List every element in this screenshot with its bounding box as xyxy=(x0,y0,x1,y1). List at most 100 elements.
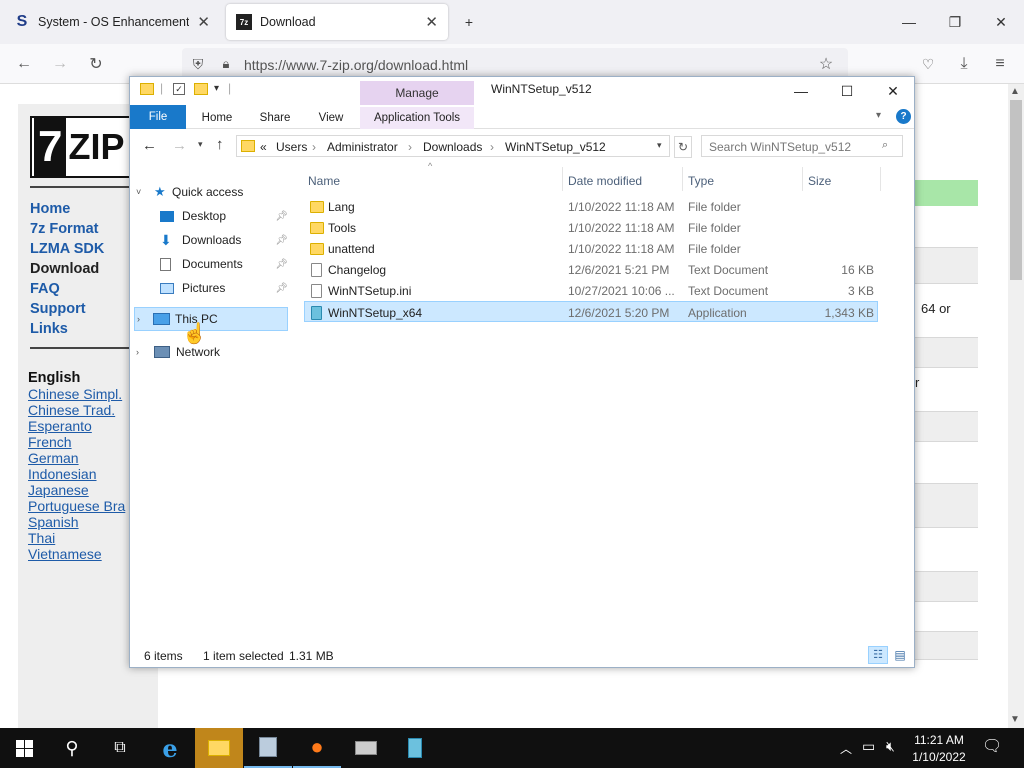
nav-lzma-sdk[interactable]: LZMA SDK xyxy=(30,241,104,257)
column-name[interactable]: Name xyxy=(308,169,558,193)
lang-link[interactable]: Vietnamese xyxy=(28,546,102,562)
nav-home[interactable]: Home xyxy=(30,201,70,217)
expand-chevron-icon[interactable]: › xyxy=(135,314,153,324)
file-row[interactable]: Lang 1/10/2022 11:18 AM File folder xyxy=(304,196,878,217)
tab-close-icon[interactable]: ✕ xyxy=(197,13,210,31)
explorer-forward-icon[interactable]: → xyxy=(172,137,187,154)
application-taskbar-icon[interactable] xyxy=(391,728,439,768)
explorer-close-button[interactable]: ✕ xyxy=(870,79,914,103)
column-date-modified[interactable]: Date modified xyxy=(568,169,678,193)
nav-this-pc[interactable]: › This PC xyxy=(134,307,288,331)
nav-pictures[interactable]: Pictures 📌︎ xyxy=(160,276,288,300)
tab-view[interactable]: View xyxy=(306,107,356,129)
nav-faq[interactable]: FAQ xyxy=(30,281,60,297)
network-status-icon[interactable]: ▭ xyxy=(862,738,875,755)
breadcrumb-current[interactable]: WinNTSetup_v512 xyxy=(505,140,606,154)
new-folder-icon[interactable] xyxy=(194,83,208,95)
explorer-minimize-button[interactable]: — xyxy=(778,79,824,103)
lang-link[interactable]: Portuguese Bra xyxy=(28,498,125,514)
column-size[interactable]: Size xyxy=(808,169,878,193)
pocket-icon[interactable]: ♡ xyxy=(918,54,938,74)
search-icon[interactable]: ⌕ xyxy=(882,139,888,152)
clock-time[interactable]: 11:21 AM xyxy=(912,733,966,747)
column-divider[interactable] xyxy=(682,167,683,191)
forward-icon[interactable]: → xyxy=(50,54,70,74)
nav-support[interactable]: Support xyxy=(30,301,86,317)
file-row[interactable]: unattend 1/10/2022 11:18 AM File folder xyxy=(304,238,878,259)
scroll-up-icon[interactable]: ▲ xyxy=(1010,86,1020,97)
refresh-icon[interactable]: ↻ xyxy=(674,136,692,158)
tab-manage[interactable]: Manage xyxy=(360,81,474,105)
address-dropdown-icon[interactable]: ▾ xyxy=(657,140,662,151)
explorer-maximize-button[interactable]: ☐ xyxy=(824,79,870,103)
breadcrumb-users[interactable]: Users xyxy=(276,140,307,154)
recent-locations-icon[interactable]: ▾ xyxy=(198,139,203,150)
restore-button[interactable]: ❐ xyxy=(932,8,978,36)
winntsetup-taskbar-icon[interactable] xyxy=(244,728,292,768)
breadcrumb-downloads[interactable]: Downloads xyxy=(423,140,482,154)
lang-link[interactable]: Japanese xyxy=(28,482,89,498)
minimize-button[interactable]: — xyxy=(886,8,932,36)
lock-icon[interactable]: 🔒︎ xyxy=(216,54,236,74)
downloads-icon[interactable]: ⤓ xyxy=(954,54,974,74)
column-divider[interactable] xyxy=(880,167,881,191)
new-tab-button[interactable]: + xyxy=(446,8,492,36)
breadcrumb-overflow[interactable]: « xyxy=(260,140,267,154)
tab-share[interactable]: Share xyxy=(250,107,300,129)
collapse-chevron-icon[interactable]: ˅ xyxy=(136,187,154,197)
lang-link[interactable]: Spanish xyxy=(28,514,79,530)
nav-network[interactable]: › Network xyxy=(136,340,286,364)
back-icon[interactable]: ← xyxy=(14,54,34,74)
tab-download[interactable]: 7z Download ✕ xyxy=(226,4,448,40)
lang-link[interactable]: Thai xyxy=(28,530,55,546)
lang-link[interactable]: Indonesian xyxy=(28,466,97,482)
file-row-selected[interactable]: WinNTSetup_x64 12/6/2021 5:20 PM Applica… xyxy=(304,301,878,322)
column-divider[interactable] xyxy=(802,167,803,191)
properties-icon[interactable]: ✓ xyxy=(173,83,185,95)
file-row[interactable]: Changelog 12/6/2021 5:21 PM Text Documen… xyxy=(304,259,878,280)
nav-links[interactable]: Links xyxy=(30,321,68,337)
scroll-down-icon[interactable]: ▼ xyxy=(1010,714,1020,725)
help-icon[interactable]: ? xyxy=(896,109,911,124)
column-type[interactable]: Type xyxy=(688,169,798,193)
nav-7z-format[interactable]: 7z Format xyxy=(30,221,99,237)
search-icon[interactable]: ⚲ xyxy=(48,728,96,768)
nav-desktop[interactable]: Desktop 📌︎ xyxy=(160,204,288,228)
large-icons-view-icon[interactable]: ▤ xyxy=(892,647,908,663)
start-icon[interactable] xyxy=(0,728,48,768)
volume-muted-icon[interactable]: 🔇︎ xyxy=(886,738,895,755)
lang-link[interactable]: Chinese Simpl. xyxy=(28,386,122,402)
notifications-icon[interactable]: 🗨︎ xyxy=(982,736,1002,756)
scroll-thumb[interactable] xyxy=(1010,100,1022,280)
file-explorer-taskbar-icon[interactable] xyxy=(195,728,243,768)
breadcrumb-administrator[interactable]: Administrator xyxy=(327,140,398,154)
task-view-icon[interactable]: ⧉ xyxy=(96,728,144,768)
details-view-icon[interactable]: ☷ xyxy=(868,646,888,664)
up-icon[interactable]: ↑ xyxy=(216,136,224,153)
tab-system[interactable]: S System - OS Enhancements Do ✕ xyxy=(4,4,220,40)
nav-quick-access[interactable]: ˅ ★ Quick access xyxy=(136,180,286,204)
explorer-back-icon[interactable]: ← xyxy=(142,137,157,154)
site-logo[interactable]: 7 ZIP xyxy=(30,116,140,178)
tab-file[interactable]: File xyxy=(130,105,186,129)
nav-downloads[interactable]: ⬇ Downloads 📌︎ xyxy=(160,228,288,252)
qat-dropdown-icon[interactable]: ▾ xyxy=(214,83,219,94)
tab-application-tools[interactable]: Application Tools xyxy=(360,107,474,129)
tab-home[interactable]: Home xyxy=(192,107,242,129)
close-button[interactable]: ✕ xyxy=(978,8,1024,36)
lang-link[interactable]: German xyxy=(28,450,79,466)
bookmark-star-icon[interactable]: ☆ xyxy=(816,54,836,74)
lang-link[interactable]: Chinese Trad. xyxy=(28,402,115,418)
ribbon-expand-icon[interactable]: ▾ xyxy=(876,110,881,121)
column-divider[interactable] xyxy=(562,167,563,191)
nav-download[interactable]: Download xyxy=(30,261,99,277)
lang-link[interactable]: Esperanto xyxy=(28,418,92,434)
internet-explorer-icon[interactable]: e xyxy=(146,728,194,768)
file-row[interactable]: Tools 1/10/2022 11:18 AM File folder xyxy=(304,217,878,238)
shield-icon[interactable]: ⛨ xyxy=(188,54,208,74)
file-row[interactable]: WinNTSetup.ini 10/27/2021 10:06 ... Text… xyxy=(304,280,878,301)
reload-icon[interactable]: ↻ xyxy=(86,54,106,74)
expand-chevron-icon[interactable]: › xyxy=(136,347,154,357)
clock-date[interactable]: 1/10/2022 xyxy=(912,750,966,764)
lang-link[interactable]: French xyxy=(28,434,72,450)
